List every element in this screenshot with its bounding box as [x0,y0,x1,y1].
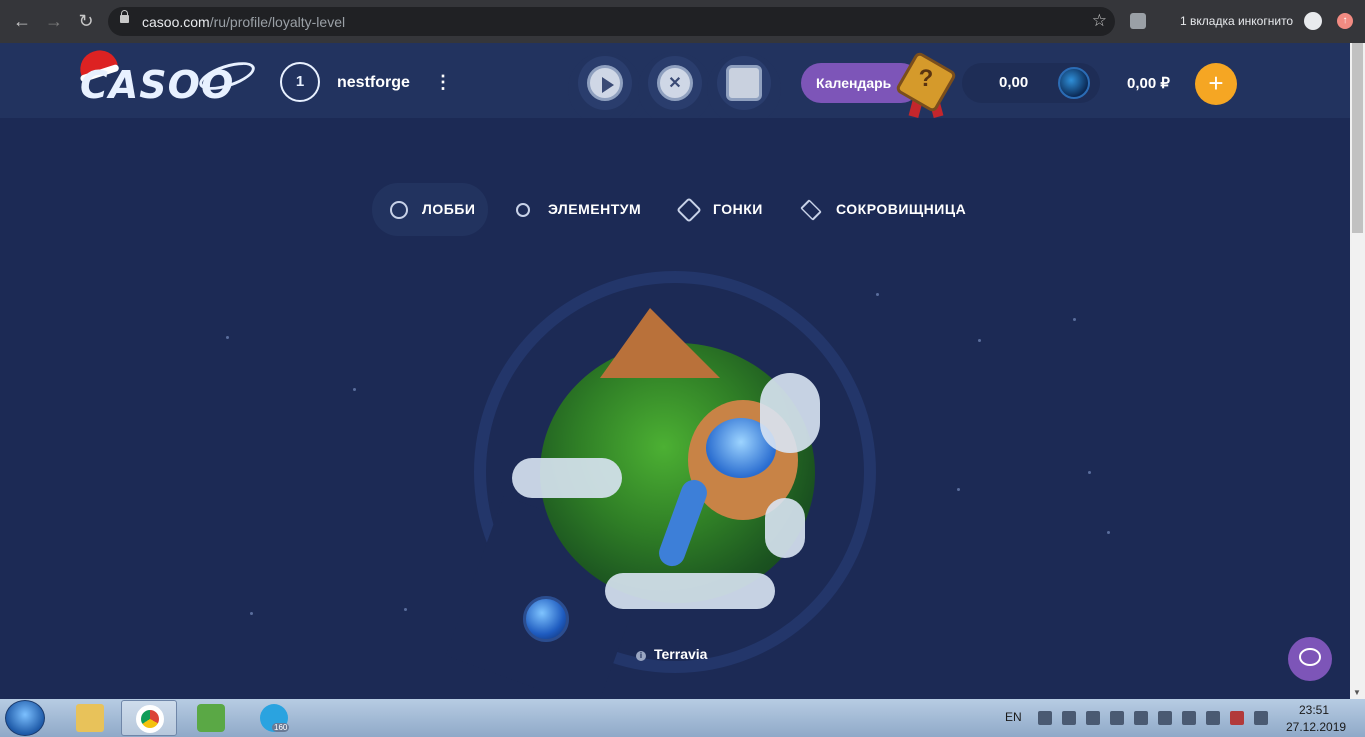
planet-name[interactable]: i Terravia [636,646,707,662]
page-scrollbar[interactable]: ▼ [1350,43,1365,699]
cloud-decoration [605,573,775,609]
bookmark-star-icon[interactable]: ☆ [1092,11,1107,31]
address-bar[interactable]: casoo.com/ru/profile/loyalty-level ☆ [108,7,1115,36]
tray-icon[interactable] [1086,711,1100,725]
play-button[interactable] [578,56,632,110]
star-decoration [1073,318,1076,321]
language-indicator[interactable]: EN [1005,710,1022,724]
extension-icon[interactable] [1130,13,1146,29]
tab-elementum[interactable]: ЭЛЕМЕНТУМ [514,183,644,236]
compass-icon [390,201,408,219]
clock-time[interactable]: 23:51 [1299,703,1329,717]
layers-icon [800,199,822,221]
alert-icon[interactable] [1230,711,1244,725]
add-funds-button[interactable]: + [1195,63,1237,105]
more-menu-icon[interactable]: ⋮ [434,70,452,94]
tab-label: СОКРОВИЩНИЦА [836,201,967,217]
start-button[interactable] [5,700,45,736]
gem-icon [523,596,569,642]
network-icon[interactable] [1206,711,1220,725]
star-decoration [250,612,253,615]
tray-icon[interactable] [1110,711,1124,725]
cancel-button[interactable]: ✕ [648,56,702,110]
url-text: casoo.com/ru/profile/loyalty-level [142,14,346,30]
coin-balance-value: 0,00 [999,74,1029,91]
coin-balance[interactable]: 0,00 [962,63,1100,103]
tray-icon[interactable] [1158,711,1172,725]
play-icon [602,77,614,93]
username[interactable]: nestforge [337,74,410,92]
tab-races[interactable]: ГОНКИ [676,183,770,236]
star-decoration [1088,471,1091,474]
star-decoration [876,293,879,296]
main-content: ЛОББИ ЭЛЕМЕНТУМ ГОНКИ СОКРОВИЩНИЦА i Terr… [0,118,1350,699]
taskbar-telegram[interactable]: 160 [246,700,302,736]
reload-icon[interactable]: ↻ [76,11,96,31]
tab-label: ГОНКИ [713,201,763,217]
tab-label: ЭЛЕМЕНТУМ [548,201,642,217]
star-decoration [404,608,407,611]
chat-icon [1299,648,1321,666]
folder-icon [76,704,104,732]
tray-icon[interactable] [1134,711,1148,725]
cloud-decoration [760,373,820,453]
tray-icon[interactable] [1062,711,1076,725]
rocket-icon [676,197,702,223]
incognito-avatar-icon[interactable] [1304,12,1322,30]
forward-arrow-icon[interactable]: → [44,11,64,31]
rub-balance-value: 0,00 ₽ [1127,75,1170,92]
planet-mountain [600,308,720,378]
level-badge[interactable]: 1 [280,62,320,102]
star-decoration [226,336,229,339]
tray-icon[interactable] [1254,711,1268,725]
info-icon[interactable]: i [636,651,646,661]
molecule-icon [516,203,530,217]
windows-taskbar: 160 EN 23:51 27.12.2019 [0,699,1365,737]
cloud-decoration [765,498,805,558]
incognito-label: 1 вкладка инкогнито [1180,14,1294,28]
tray-icon[interactable] [1038,711,1052,725]
cloud-decoration [512,458,622,498]
star-decoration [978,339,981,342]
chest-icon [726,65,762,101]
telegram-badge: 160 [272,723,290,732]
clock-date[interactable]: 27.12.2019 [1286,720,1346,734]
star-decoration [353,388,356,391]
volume-icon[interactable] [1182,711,1196,725]
tab-lobby[interactable]: ЛОББИ [372,183,488,236]
lock-icon [120,10,129,23]
tab-label: ЛОББИ [422,201,476,217]
close-icon: ✕ [668,75,682,92]
chrome-icon [136,705,164,733]
update-icon[interactable]: ↑ [1337,13,1353,29]
calendar-medal-icon[interactable]: ? [894,50,958,118]
chest-button[interactable] [717,56,771,110]
scroll-down-arrow-icon[interactable]: ▼ [1353,688,1361,697]
app-icon [197,704,225,732]
coin-icon [1058,67,1090,99]
star-decoration [1107,531,1110,534]
star-decoration [957,488,960,491]
taskbar-explorer[interactable] [62,700,118,736]
site-header: CASOO 1 nestforge ⋮ ✕ Календарь ? 0,00 0… [0,43,1350,118]
taskbar-app[interactable] [183,700,239,736]
scroll-thumb[interactable] [1352,43,1363,233]
browser-toolbar: ← → ↻ casoo.com/ru/profile/loyalty-level… [0,0,1365,43]
support-chat-button[interactable] [1288,637,1332,681]
back-arrow-icon[interactable]: ← [12,11,32,31]
tab-treasury[interactable]: СОКРОВИЩНИЦА [800,183,970,236]
taskbar-chrome[interactable] [121,700,177,736]
